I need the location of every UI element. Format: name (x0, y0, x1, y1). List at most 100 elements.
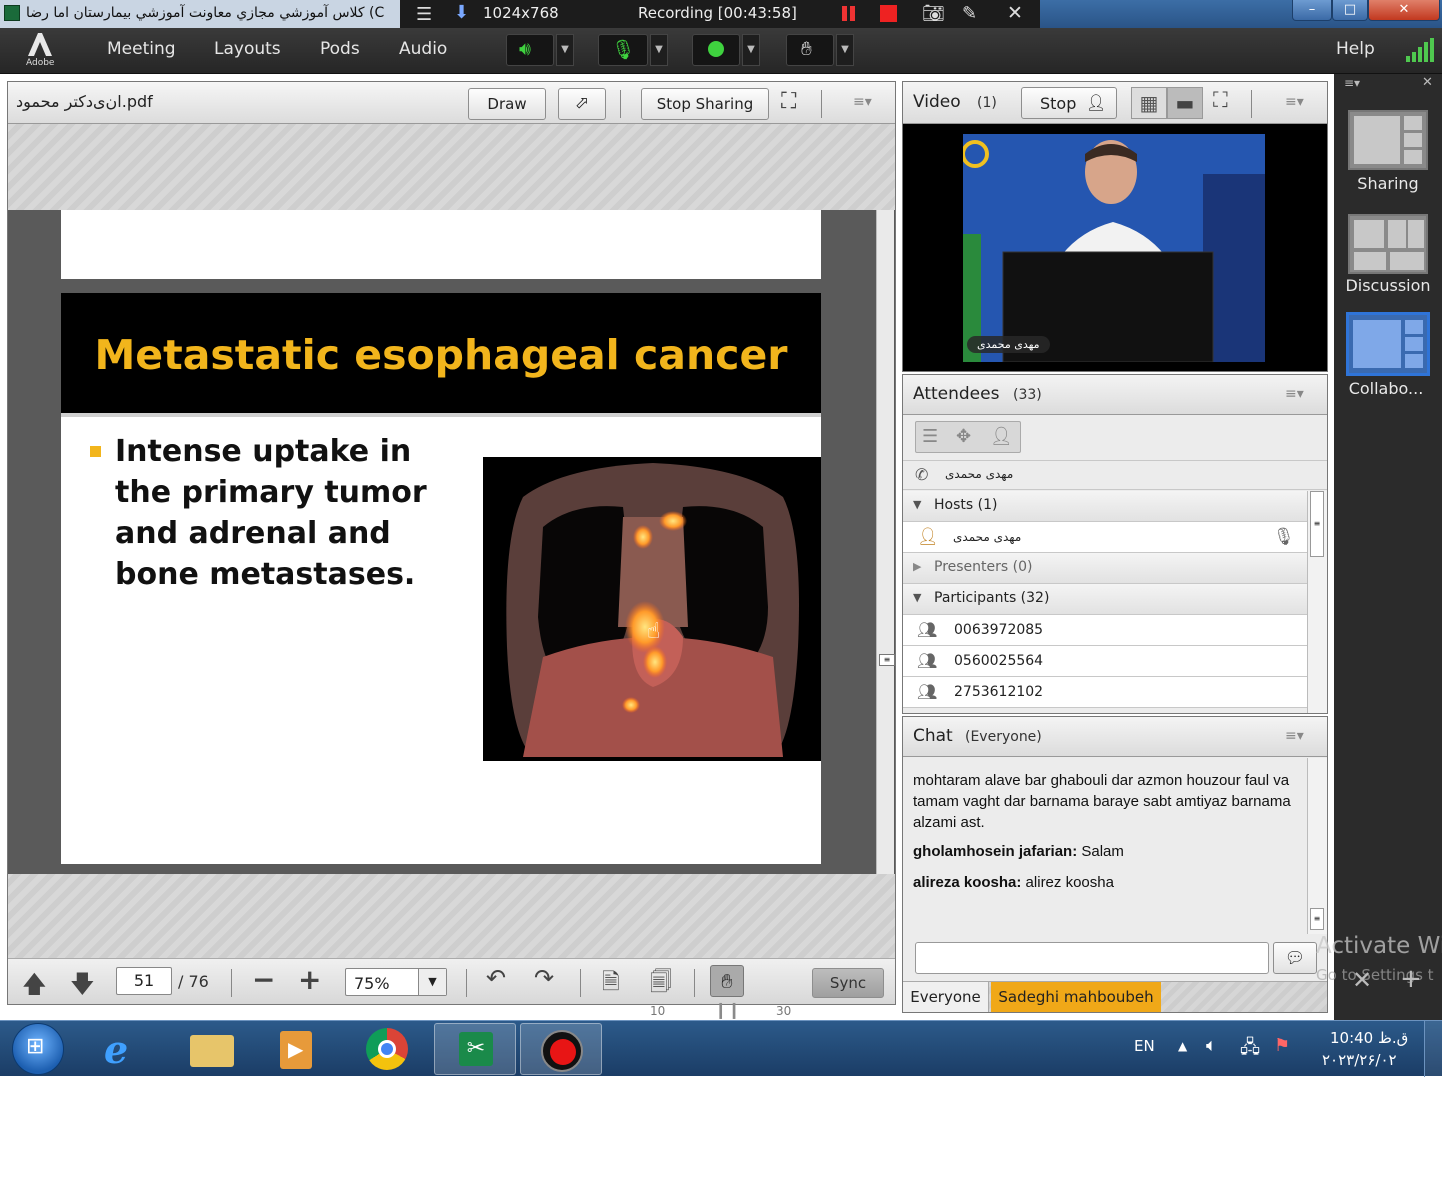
show-hidden-icons-icon[interactable]: ▲ (1178, 1039, 1187, 1053)
maximize-button[interactable]: □ (1332, 0, 1368, 21)
microphone-button[interactable]: 🎙︎ (598, 34, 648, 66)
layout-collaboration-thumb[interactable] (1346, 312, 1430, 376)
breakout-view-icon[interactable]: ✥ (956, 426, 971, 447)
participant-row[interactable]: 👥︎ 2753612102 (903, 677, 1307, 708)
status-dropdown[interactable]: ▼ (836, 34, 854, 66)
clock-time[interactable]: 10:40 ق.ظ (1330, 1029, 1408, 1047)
seek-back-label[interactable]: 10 (650, 1004, 665, 1018)
share-pod-menu-icon[interactable]: ≡▾ (853, 94, 872, 110)
pen-icon[interactable]: ✎ (962, 3, 977, 24)
zoom-select[interactable]: 75% ▼ (345, 968, 447, 996)
zoom-out-icon[interactable]: − (252, 963, 275, 996)
menu-icon[interactable]: ☰ (416, 4, 432, 25)
next-page-icon[interactable]: 🡇 (70, 967, 95, 1008)
stop-sharing-button[interactable]: Stop Sharing (641, 88, 769, 120)
layout-collaboration-label[interactable]: Collabo... (1332, 379, 1440, 398)
chat-tab-private[interactable]: Sadeghi mahboubeh (991, 982, 1161, 1012)
close-button[interactable]: ✕ (1368, 0, 1440, 21)
resolution-label: 1024x768 (483, 4, 559, 22)
layout-sharing-label[interactable]: Sharing (1334, 174, 1442, 193)
participants-group[interactable]: ▼ Participants (32) (903, 584, 1307, 615)
attendees-scrollbar[interactable]: ≡ (1307, 491, 1327, 713)
layouts-menu-icon[interactable]: ≡▾ (1344, 76, 1360, 90)
show-desktop-button[interactable] (1424, 1021, 1442, 1077)
send-message-button[interactable]: 💬︎ (1273, 942, 1317, 974)
taskbar-internet-explorer[interactable]: e (86, 1023, 168, 1075)
layouts-close-icon[interactable]: ✕ (1422, 75, 1433, 90)
volume-icon[interactable]: 🔈︎ (1206, 1035, 1217, 1056)
webcam-dropdown[interactable]: ▼ (742, 34, 760, 66)
speaker-button[interactable]: 🔊︎ (506, 34, 554, 66)
camera-icon[interactable]: 📷︎ (922, 3, 945, 24)
seek-forward-label[interactable]: 30 (776, 1004, 791, 1018)
menu-pods[interactable]: Pods (320, 39, 360, 59)
webcam-button[interactable] (692, 34, 740, 66)
menu-audio[interactable]: Audio (399, 39, 447, 59)
single-page-icon[interactable]: 🗎 (602, 965, 620, 1003)
chat-tab-everyone[interactable]: Everyone (903, 982, 989, 1012)
language-indicator[interactable]: EN (1134, 1037, 1155, 1055)
hand-tool-icon[interactable]: ✋︎ (710, 965, 744, 997)
participant-row[interactable]: 👥︎ 0560025564 (903, 646, 1307, 677)
grid-view-icon[interactable]: ▦ (1131, 87, 1167, 119)
previous-page-icon[interactable]: 🡅 (22, 967, 47, 1008)
overlay-pause-icon[interactable]: ❙❙ (714, 1000, 741, 1019)
scroll-thumb[interactable]: ≡ (879, 654, 895, 666)
close-recorder-icon[interactable]: ✕ (1007, 2, 1023, 24)
attendees-pod-menu-icon[interactable]: ≡▾ (1285, 386, 1304, 402)
participant-row[interactable]: 👥︎ 0063972085 (903, 615, 1307, 646)
redo-icon[interactable]: ↷ (534, 964, 554, 992)
microphone-dropdown[interactable]: ▼ (650, 34, 668, 66)
action-center-flag-icon[interactable]: ⚑ (1274, 1035, 1290, 1056)
pointer-tool-button[interactable]: ⬀ (558, 88, 606, 120)
video-fullscreen-icon[interactable]: ⛶ (1213, 88, 1228, 113)
layout-sharing-thumb[interactable] (1348, 110, 1428, 170)
filmstrip-view-icon[interactable]: ▬ (1167, 87, 1203, 119)
pin-icon[interactable]: ⬇ (454, 2, 469, 23)
pause-icon[interactable] (842, 6, 847, 21)
minimize-button[interactable]: – (1292, 0, 1332, 21)
hosts-group[interactable]: ▼ Hosts (1) (903, 491, 1307, 522)
stop-video-button[interactable]: Stop 👤︎ (1021, 87, 1117, 119)
taskbar-recorder[interactable] (520, 1023, 602, 1075)
recording-bar: ☰ ⬇ 1024x768 Recording [00:43:58] 📷︎ ✎ ✕ (400, 0, 1040, 28)
speaker-dropdown[interactable]: ▼ (556, 34, 574, 66)
undo-icon[interactable]: ↶ (486, 964, 506, 992)
list-view-icon[interactable]: ☰ (922, 426, 938, 447)
page-number-input[interactable]: 51 (116, 967, 172, 995)
menu-layouts[interactable]: Layouts (214, 39, 281, 59)
taskbar-file-explorer[interactable] (172, 1023, 254, 1075)
attendees-scroll-thumb[interactable]: ≡ (1310, 491, 1324, 557)
taskbar-media-player[interactable]: ▶ (258, 1023, 340, 1075)
page-width-icon[interactable]: 🗐 (650, 965, 672, 1003)
presenters-group[interactable]: ▶ Presenters (0) (903, 553, 1307, 584)
menu-help[interactable]: Help (1336, 39, 1375, 59)
layout-discussion-label[interactable]: Discussion (1334, 276, 1442, 295)
chat-scrollbar[interactable]: ≡ (1307, 758, 1327, 934)
taskbar-chrome[interactable] (346, 1023, 428, 1075)
draw-button[interactable]: Draw (468, 88, 546, 120)
host-row[interactable]: 👤︎ مهدی محمدی 🎙︎ (903, 522, 1307, 553)
participant-icon: 👥︎ (917, 682, 938, 701)
fullscreen-icon[interactable]: ⛶ (781, 89, 796, 114)
chat-message-text: Salam (1077, 843, 1124, 860)
chat-input[interactable] (915, 942, 1269, 974)
document-vertical-scrollbar[interactable]: ≡ (876, 210, 895, 874)
start-button[interactable]: ⊞ (12, 1023, 64, 1075)
clock-date[interactable]: ۲۰۲۳/۲۶/۰۲ (1322, 1051, 1397, 1069)
video-pod-menu-icon[interactable]: ≡▾ (1285, 94, 1304, 110)
network-icon[interactable]: 🖧 (1240, 1035, 1260, 1065)
chat-scroll-thumb[interactable]: ≡ (1310, 908, 1324, 930)
sync-button[interactable]: Sync (812, 968, 884, 998)
overlay-close-icon[interactable]: ✕ (1352, 966, 1372, 994)
menu-meeting[interactable]: Meeting (107, 39, 176, 59)
phone-attendee-row[interactable]: ✆ مهدی محمدی (903, 460, 1327, 490)
status-button[interactable]: ✋︎ (786, 34, 834, 66)
stop-record-icon[interactable] (880, 5, 897, 22)
status-view-icon[interactable]: 👤︎ (990, 426, 1013, 447)
zoom-in-icon[interactable]: + (298, 963, 321, 996)
overlay-add-icon[interactable]: + (1400, 964, 1422, 994)
taskbar-connect-app[interactable]: ✂ (434, 1023, 516, 1075)
layout-discussion-thumb[interactable] (1348, 214, 1428, 274)
chat-pod-menu-icon[interactable]: ≡▾ (1285, 728, 1304, 744)
